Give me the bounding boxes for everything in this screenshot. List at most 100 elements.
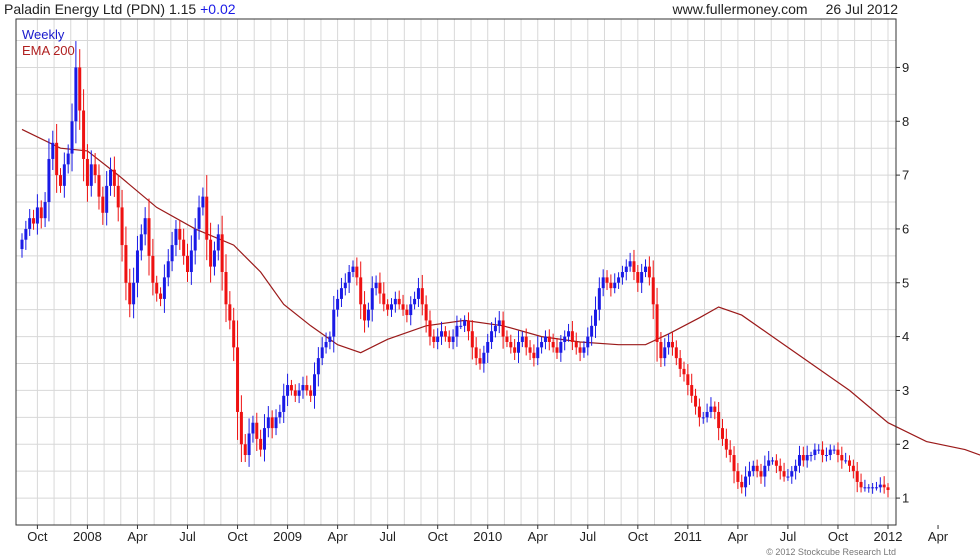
candle-body (574, 341, 578, 348)
candle-body (886, 487, 890, 491)
candle-body (774, 460, 778, 466)
candle-body (686, 374, 690, 386)
candle-body (197, 207, 201, 229)
candle-body (105, 185, 109, 213)
candle-body (724, 438, 728, 450)
candle-body (316, 358, 320, 375)
candle-body (236, 347, 240, 412)
candle-body (613, 282, 617, 289)
x-tick-label: 2010 (473, 529, 502, 544)
y-tick-label: 8 (902, 114, 909, 129)
candle-body (720, 428, 724, 439)
candle-body (389, 304, 393, 310)
candle-body (101, 196, 105, 213)
candle-body (601, 277, 605, 289)
candle-body (597, 288, 601, 310)
y-tick-label: 2 (902, 437, 909, 452)
candle-body (416, 288, 420, 299)
candle-body (186, 255, 190, 272)
candle-body (89, 164, 93, 186)
candle-body (713, 406, 717, 412)
candle-body (62, 164, 66, 186)
candle-body (790, 471, 794, 477)
candle-body (505, 336, 509, 342)
candle-body (532, 352, 536, 359)
candle-body (266, 417, 270, 429)
candle-body (28, 218, 32, 229)
candle-body (74, 67, 78, 122)
candle-body (440, 331, 444, 337)
x-tick-label: 2009 (273, 529, 302, 544)
candle-body (455, 325, 459, 337)
candle-body (817, 449, 821, 451)
candle-body (93, 164, 97, 176)
candle-body (663, 347, 667, 359)
candle-body (755, 465, 759, 472)
x-tick-label: Oct (227, 529, 248, 544)
candle-body (170, 245, 174, 262)
copyright-text: © 2012 Stockcube Research Ltd (766, 547, 896, 557)
candle-body (482, 352, 486, 364)
candle-body (293, 390, 297, 396)
candle-body (274, 417, 278, 429)
candle-body (547, 336, 551, 342)
candle-body (174, 228, 178, 246)
candle-body (744, 476, 748, 488)
candle-body (78, 67, 82, 111)
candle-body (209, 239, 213, 267)
x-tick-label: 2008 (73, 529, 102, 544)
candle-body (128, 282, 132, 305)
x-tick-label: Jul (780, 529, 797, 544)
candle-body (370, 288, 374, 310)
candle-body (821, 449, 825, 456)
candle-body (135, 250, 139, 283)
candle-body (605, 277, 609, 283)
candle-body (874, 487, 878, 489)
candle-body (313, 374, 317, 396)
candle-body (428, 320, 432, 337)
candle-body (486, 341, 490, 353)
candle-body (463, 320, 467, 326)
candle-body (301, 385, 305, 391)
candle-body (863, 487, 867, 489)
x-tick-label: Apr (528, 529, 549, 544)
x-tick-label: Oct (828, 529, 849, 544)
candle-body (466, 320, 470, 332)
candle-body (405, 309, 409, 316)
candle-body (332, 309, 336, 337)
candle-body (728, 449, 732, 456)
x-tick-label: Oct (628, 529, 649, 544)
candle-body (243, 444, 247, 456)
candle-body (513, 347, 517, 353)
candle-body (701, 417, 705, 419)
candle-body (432, 336, 436, 342)
y-tick-label: 6 (902, 221, 909, 236)
candle-body (182, 239, 186, 256)
candle-body (717, 411, 721, 429)
candle-body (109, 169, 113, 186)
x-tick-label: 2012 (874, 529, 903, 544)
candles-group (20, 41, 890, 498)
candle-body (420, 288, 424, 305)
candle-body (251, 422, 255, 434)
candle-body (567, 331, 571, 337)
candle-body (24, 228, 28, 240)
candle-body (97, 175, 101, 197)
candle-body (751, 465, 755, 472)
candle-body (670, 341, 674, 348)
candle-body (667, 341, 671, 348)
candle-body (559, 341, 563, 353)
candle-body (239, 411, 243, 445)
candle-body (617, 277, 621, 283)
candle-body (35, 207, 39, 224)
candle-body (697, 406, 701, 418)
candle-body (270, 417, 274, 429)
grid-lines (16, 19, 896, 525)
candle-body (528, 347, 532, 353)
candle-body (336, 298, 340, 310)
candle-body (570, 331, 574, 342)
candle-body (593, 309, 597, 326)
candle-body (459, 325, 463, 327)
candle-body (166, 261, 170, 278)
y-axis: 1 2 3 4 5 6 7 8 9 (896, 60, 909, 506)
